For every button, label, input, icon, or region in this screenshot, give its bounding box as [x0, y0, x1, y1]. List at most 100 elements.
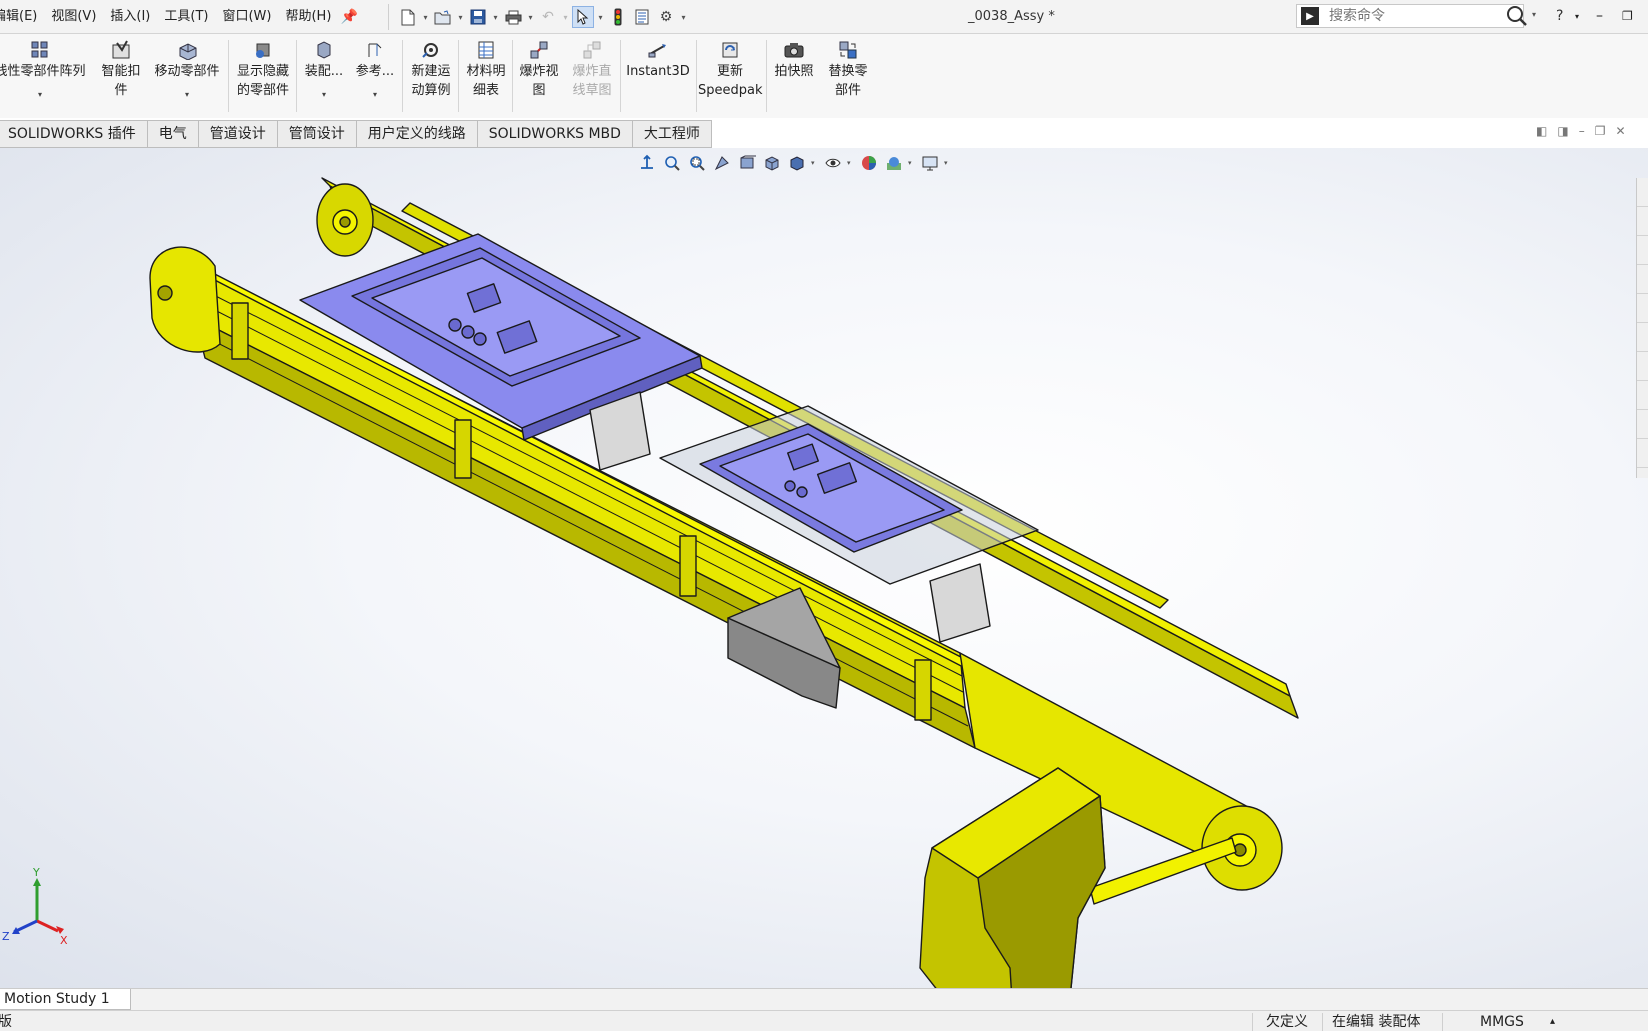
bill-of-materials-button[interactable]: 材料明 细表: [462, 38, 510, 100]
select-dropdown-caret[interactable]: ▾: [596, 13, 605, 22]
ribbon-separator: [458, 40, 459, 112]
explode-line-sketch-label-1: 爆炸直: [572, 64, 612, 79]
menu-tools[interactable]: 工具(T): [157, 0, 215, 33]
quick-access-toolbar: ▾ ▾ ▾ ▾ ↶ ▾ ▾ ⚙ ▾: [388, 4, 688, 30]
graphics-area[interactable]: ▾ ▾ ▾ ▾ Y X Z: [0, 148, 1648, 988]
move-component-caret[interactable]: ▾: [148, 90, 226, 100]
appearances-icon[interactable]: [1637, 294, 1648, 323]
linear-pattern-caret[interactable]: ▾: [0, 90, 88, 100]
new-document-icon[interactable]: [397, 6, 419, 28]
linear-pattern-button[interactable]: 线性零部件阵列 ▾: [0, 38, 88, 100]
replace-components-label-1: 替换零: [828, 64, 868, 79]
take-snapshot-button[interactable]: 拍快照: [768, 38, 820, 81]
smart-fasteners-button[interactable]: 智能扣 件: [96, 38, 146, 100]
motion-study-tab[interactable]: Motion Study 1: [0, 989, 131, 1010]
explode-line-sketch-icon: [566, 38, 618, 62]
menu-help[interactable]: 帮助(H): [278, 0, 338, 33]
open-dropdown-caret[interactable]: ▾: [456, 13, 465, 22]
minimize-icon[interactable]: –: [1596, 0, 1603, 33]
view-palette-icon[interactable]: [1637, 265, 1648, 294]
status-left-text: 版: [0, 1014, 12, 1030]
open-icon[interactable]: [432, 6, 454, 28]
save-dropdown-caret[interactable]: ▾: [491, 13, 500, 22]
show-hidden-components-label-1: 显示隐藏: [236, 64, 289, 79]
tab-user-defined-routing[interactable]: 用户定义的线路: [356, 120, 478, 148]
new-motion-study-button[interactable]: 新建运 动算例: [406, 38, 456, 100]
conveyor-assembly-model[interactable]: [0, 148, 1648, 988]
reference-geometry-label: 参考...: [355, 64, 395, 79]
undo-icon[interactable]: ↶: [537, 6, 559, 28]
print-icon[interactable]: [502, 6, 524, 28]
move-component-icon: [148, 38, 226, 62]
exploded-view-button[interactable]: 爆炸视 图: [514, 38, 564, 100]
units-caret[interactable]: ▴: [1550, 1011, 1555, 1031]
toolbox-icon[interactable]: [1637, 381, 1648, 410]
command-search-badge-icon: ▶: [1301, 7, 1319, 25]
solidworks-forum-icon[interactable]: [1637, 352, 1648, 381]
units-selector[interactable]: MMGS: [1480, 1011, 1524, 1031]
instant3d-label: Instant3D: [626, 64, 690, 79]
doc-restore-icon[interactable]: ❐: [1595, 124, 1606, 138]
options-icon[interactable]: ⚙: [655, 6, 677, 28]
new-dropdown-caret[interactable]: ▾: [421, 13, 430, 22]
new-motion-study-label-2: 动算例: [411, 83, 451, 98]
file-properties-icon[interactable]: [631, 6, 653, 28]
print-dropdown-caret[interactable]: ▾: [526, 13, 535, 22]
restore-window-icon[interactable]: ❐: [1622, 0, 1633, 33]
solidworks-resources-icon[interactable]: [1637, 178, 1648, 207]
doc-minimize-icon[interactable]: –: [1579, 124, 1585, 138]
select-icon[interactable]: [572, 6, 594, 28]
search-icon[interactable]: [1504, 4, 1530, 28]
assembly-features-caret[interactable]: ▾: [300, 90, 348, 100]
doc-close-icon[interactable]: ✕: [1615, 124, 1625, 138]
document-title: _0038_Assy *: [968, 9, 1055, 24]
search-input[interactable]: [1327, 7, 1491, 25]
explode-line-sketch-button[interactable]: 爆炸直 线草图: [566, 38, 618, 100]
instant3d-button[interactable]: Instant3D: [622, 38, 694, 81]
title-bar: 编辑(E) 视图(V) 插入(I) 工具(T) 窗口(W) 帮助(H) 📌 ▾ …: [0, 0, 1648, 34]
reference-geometry-button[interactable]: 参考... ▾: [350, 38, 400, 100]
exploded-view-label-1: 爆炸视: [519, 64, 559, 79]
undo-dropdown-caret[interactable]: ▾: [561, 13, 570, 22]
tab-solidworks-addins[interactable]: SOLIDWORKS 插件: [0, 120, 148, 148]
update-speedpak-icon: [698, 38, 762, 62]
help-dropdown-caret[interactable]: ▾: [1575, 12, 1579, 21]
update-speedpak-button[interactable]: 更新 Speedpak: [698, 38, 763, 100]
instant3d-icon: [622, 38, 694, 62]
custom-properties-icon[interactable]: [1637, 323, 1648, 352]
search-dropdown-caret[interactable]: ▾: [1532, 10, 1536, 19]
search-commands-box[interactable]: ▶: [1296, 4, 1524, 28]
tab-tubing[interactable]: 管筒设计: [277, 120, 357, 148]
show-hidden-components-button[interactable]: 显示隐藏 的零部件: [232, 38, 294, 100]
menu-insert[interactable]: 插入(I): [103, 0, 157, 33]
tile-left-icon[interactable]: ◧: [1536, 124, 1547, 138]
linear-pattern-label: 线性零部件阵列: [0, 64, 86, 79]
replace-components-button[interactable]: 替换零 部件: [820, 38, 876, 100]
smart-fasteners-label-1: 智能扣: [101, 64, 141, 79]
help-button[interactable]: ?: [1556, 0, 1563, 33]
motion-study-icon[interactable]: [1637, 410, 1648, 439]
menu-edit[interactable]: 编辑(E): [0, 0, 44, 33]
assembly-features-button[interactable]: 装配... ▾: [300, 38, 348, 100]
tile-right-icon[interactable]: ◨: [1557, 124, 1568, 138]
menu-view[interactable]: 视图(V): [44, 0, 103, 33]
extra-tasks-icon[interactable]: [1637, 439, 1648, 468]
new-motion-study-label-1: 新建运: [411, 64, 451, 79]
tab-electrical[interactable]: 电气: [147, 120, 199, 148]
pin-menu-icon[interactable]: 📌: [338, 9, 360, 25]
menu-window[interactable]: 窗口(W): [215, 0, 278, 33]
tab-piping[interactable]: 管道设计: [198, 120, 278, 148]
reference-geometry-icon: [350, 38, 400, 62]
save-icon[interactable]: [467, 6, 489, 28]
options-dropdown-caret[interactable]: ▾: [679, 13, 688, 22]
tab-solidworks-mbd[interactable]: SOLIDWORKS MBD: [477, 120, 633, 148]
smart-fasteners-label-2: 件: [114, 83, 128, 98]
file-explorer-icon[interactable]: [1637, 236, 1648, 265]
replace-components-label-2: 部件: [834, 83, 861, 98]
reference-geometry-caret[interactable]: ▾: [350, 90, 400, 100]
move-component-button[interactable]: 移动零部件 ▾: [148, 38, 226, 100]
rebuild-icon[interactable]: [607, 6, 629, 28]
design-library-icon[interactable]: [1637, 207, 1648, 236]
tab-big-engineer[interactable]: 大工程师: [632, 120, 712, 148]
command-manager: 线性零部件阵列 ▾ 智能扣 件 移动零部件 ▾ 显示隐藏 的零部件 装配... …: [0, 34, 1648, 119]
